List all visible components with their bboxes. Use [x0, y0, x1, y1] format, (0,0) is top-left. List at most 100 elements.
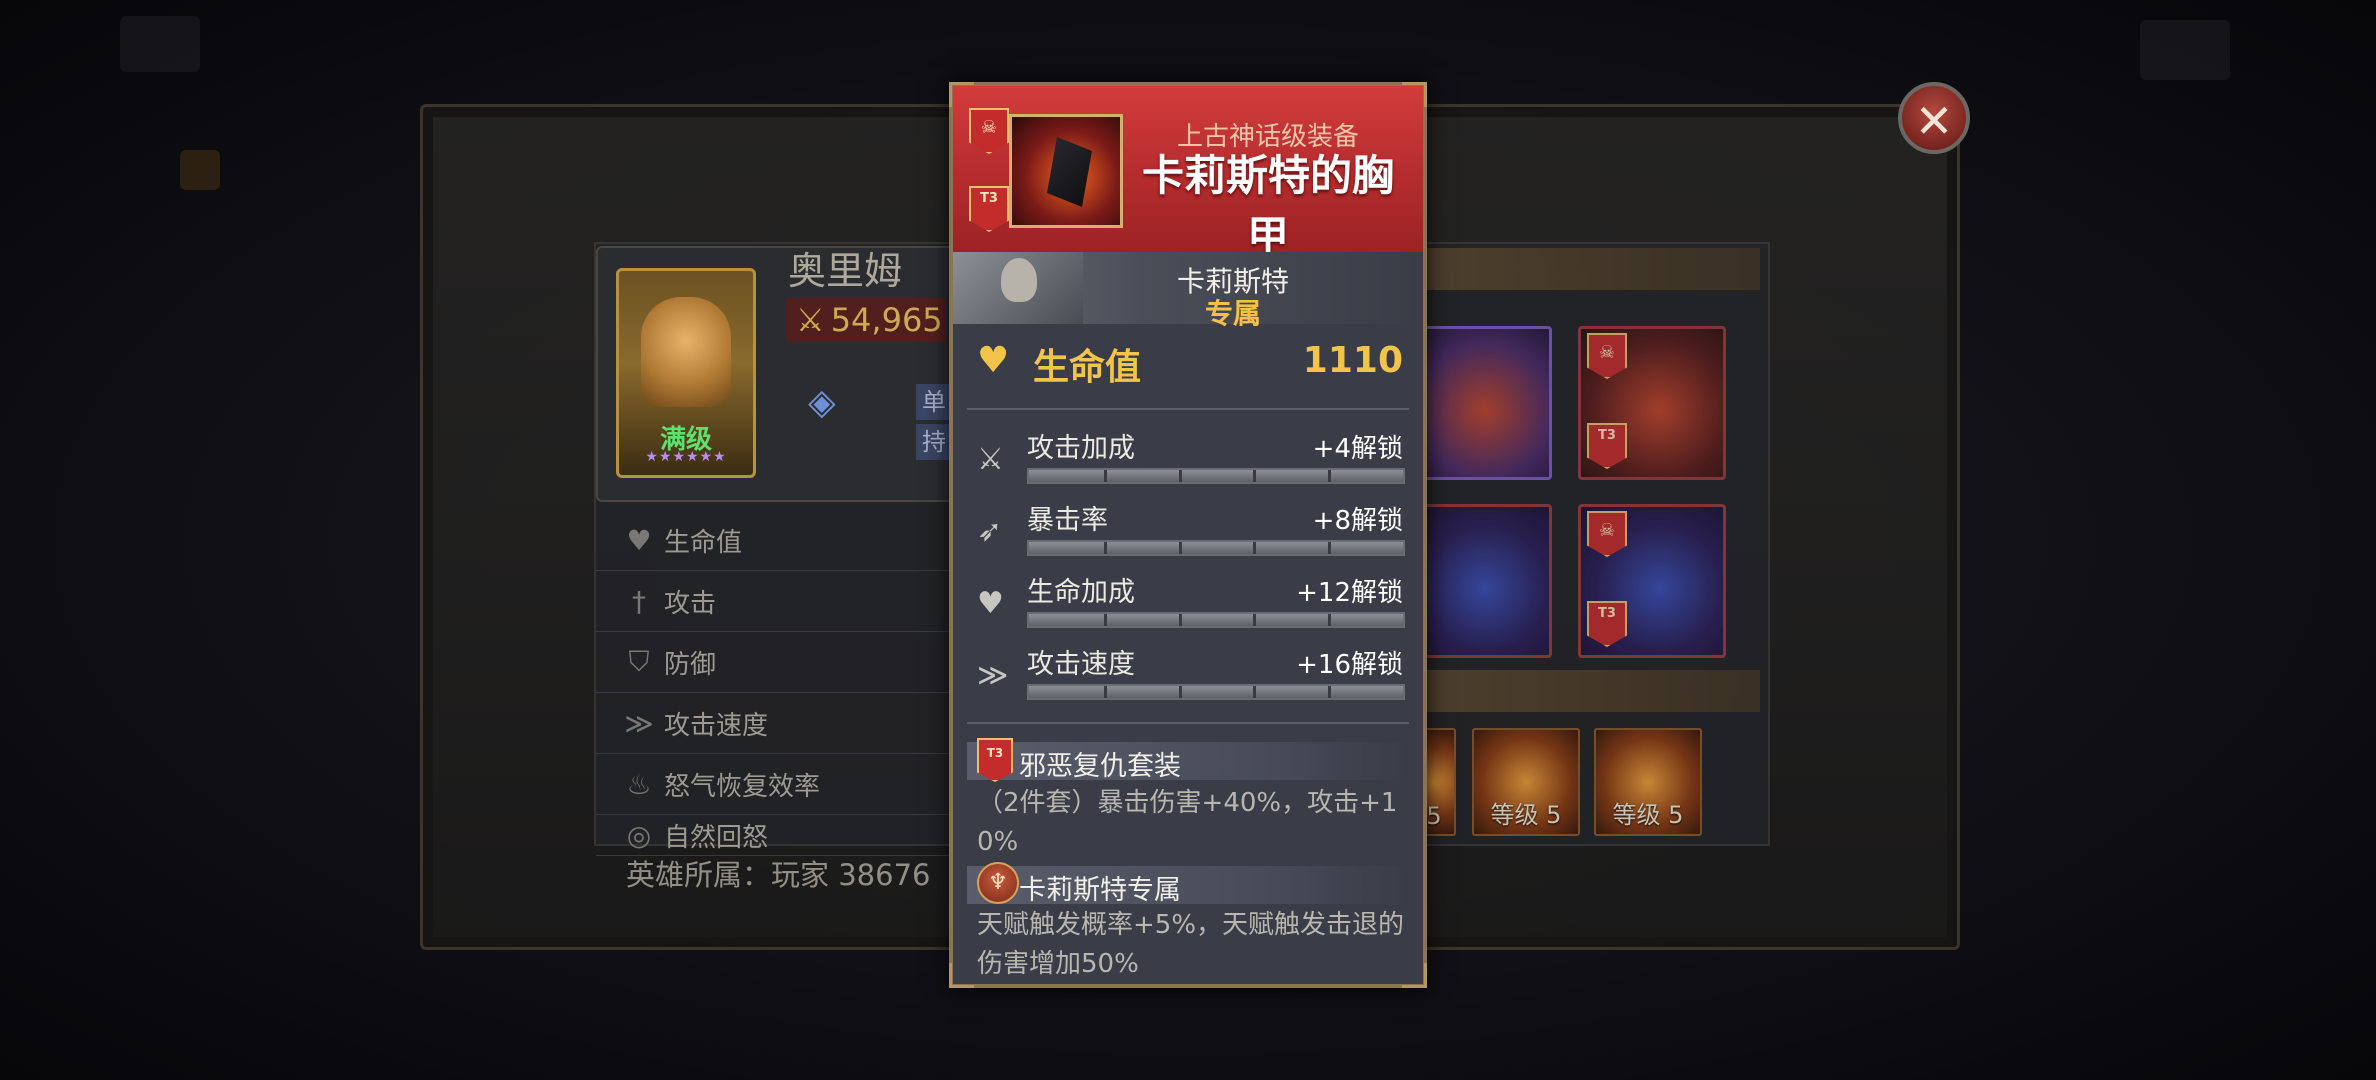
- locked-stat-row: ⚔ 攻击加成 +4解锁: [967, 426, 1409, 498]
- exclusive-owner-bar: 卡莉斯特 专属: [953, 252, 1423, 330]
- skill-level: 等级 5: [1612, 801, 1684, 829]
- item-name: 卡莉斯特的胸甲: [1141, 151, 1394, 261]
- hero-card[interactable]: 满级 ★★★★★★: [616, 268, 756, 478]
- set-bonus-desc: （2件套）暴击伤害+40%，攻击+10%: [977, 788, 1398, 857]
- unlock-progress-fill: [1029, 542, 1403, 554]
- equip-slot[interactable]: ☠ T3: [1578, 326, 1726, 480]
- tag-hold: 持: [916, 424, 952, 460]
- hero-stars: ★★★★★★: [645, 449, 727, 465]
- hero-portrait: [641, 297, 731, 407]
- stat-row: ⛉ 防御: [596, 632, 960, 693]
- unlock-progress-bar: [1027, 612, 1405, 628]
- progress-tick: [1103, 614, 1107, 626]
- unlock-requirement: +8解锁: [1312, 506, 1403, 536]
- unlock-progress-bar: [1027, 684, 1405, 700]
- progress-tick: [1253, 614, 1257, 626]
- progress-tick: [1103, 686, 1107, 698]
- frame-corner: [949, 963, 974, 988]
- close-button[interactable]: ✕: [1898, 82, 1970, 154]
- main-stat: ♥ 生命值 1110: [967, 332, 1409, 388]
- side-icon: [180, 150, 220, 190]
- progress-tick: [1253, 542, 1257, 554]
- progress-tick: [1328, 542, 1332, 554]
- skull-badge-icon: ☠: [969, 108, 1009, 154]
- equipment-tooltip: ☠ T3 上古神话级装备 卡莉斯特的胸甲 卡莉斯特 专属 ♥ 生命值 1110 …: [949, 82, 1427, 988]
- trident-badge-icon: ♆: [977, 862, 1019, 904]
- heart-icon: ♥: [626, 523, 652, 557]
- stat-row: † 攻击: [596, 571, 960, 632]
- skull-badge-icon: ☠: [1587, 333, 1627, 379]
- hero-stat-list: ♥ 生命值 † 攻击 ⛉ 防御 ≫ 攻击速度 ♨ 怒气恢复效率 ◎ 自然回怒: [596, 510, 960, 856]
- stat-row: ≫ 攻击速度: [596, 693, 960, 754]
- skill-level: 等级 5: [1490, 801, 1562, 829]
- swirl-icon: ◎: [626, 818, 652, 852]
- skill-slot[interactable]: 等级 5: [1594, 728, 1702, 836]
- exclusive-bonus-desc: 天赋触发概率+5%，天赋触发击退的伤害增加50%: [977, 910, 1405, 979]
- unlock-requirement: +12解锁: [1296, 578, 1403, 608]
- unlock-progress-fill: [1029, 686, 1403, 698]
- tier-badge: T3: [969, 186, 1009, 232]
- skill-section-header: [1420, 670, 1760, 712]
- stat-row: ◎ 自然回怒: [596, 815, 960, 856]
- top-left-icon: [120, 16, 200, 72]
- locked-stat-label: 暴击率: [1027, 505, 1108, 536]
- progress-tick: [1178, 686, 1182, 698]
- top-right-icon: [2140, 20, 2230, 80]
- main-stat-label: 生命值: [1033, 347, 1142, 388]
- progress-tick: [1328, 614, 1332, 626]
- crossed-swords-icon: ⚔: [796, 301, 825, 339]
- locked-stat-label: 生命加成: [1027, 577, 1135, 608]
- locked-stat-row: ➶ 暴击率 +8解锁: [967, 498, 1409, 570]
- set-bonus-name: 邪恶复仇套装: [1019, 751, 1181, 782]
- gem-icon[interactable]: ◈: [808, 382, 848, 423]
- tag-single: 单: [916, 384, 952, 420]
- stat-row: ♨ 怒气恢复效率: [596, 754, 960, 815]
- progress-tick: [1178, 470, 1182, 482]
- exclusive-bonus-header: ♆ 卡莉斯特专属: [967, 862, 1409, 906]
- locked-stat-row: ≫ 攻击速度 +16解锁: [967, 642, 1409, 714]
- tier-badge: T3: [1587, 423, 1627, 469]
- chestplate-icon: [1009, 114, 1123, 228]
- set-bonus-header: T3 邪恶复仇套装: [967, 738, 1409, 782]
- sword-icon: †: [632, 584, 646, 618]
- heart-icon: ♥: [977, 340, 1010, 381]
- heart-plus-icon: ♥: [977, 586, 1004, 621]
- progress-tick: [1253, 686, 1257, 698]
- hero-power: ⚔ 54,965: [786, 298, 946, 342]
- progress-tick: [1253, 470, 1257, 482]
- owner-exclusive-label: 专属: [1204, 297, 1261, 330]
- unlock-progress-bar: [1027, 540, 1405, 556]
- progress-tick: [1328, 470, 1332, 482]
- progress-tick: [1103, 470, 1107, 482]
- skill-slot[interactable]: 等级 5: [1472, 728, 1580, 836]
- locked-stat-row: ♥ 生命加成 +12解锁: [967, 570, 1409, 642]
- wing-icon: ≫: [624, 706, 654, 740]
- unlock-progress-bar: [1027, 468, 1405, 484]
- set-tier-badge: T3: [977, 738, 1013, 782]
- tier-badge: T3: [1587, 601, 1627, 647]
- skull-badge-icon: ☠: [1587, 511, 1627, 557]
- progress-tick: [1178, 542, 1182, 554]
- divider: [967, 408, 1409, 410]
- hero-name: 奥里姆: [788, 249, 903, 293]
- main-stat-value: 1110: [1302, 340, 1403, 381]
- arrow-crit-icon: ➶: [977, 514, 1003, 549]
- divider: [967, 722, 1409, 724]
- unlock-progress-fill: [1029, 470, 1403, 482]
- equip-section-header: [1420, 248, 1760, 290]
- wing-speed-icon: ≫: [977, 658, 1009, 693]
- tooltip-header: ☠ T3 上古神话级装备 卡莉斯特的胸甲: [953, 86, 1423, 261]
- locked-stat-label: 攻击速度: [1027, 649, 1135, 680]
- locked-stat-label: 攻击加成: [1027, 433, 1135, 464]
- unlock-requirement: +16解锁: [1296, 650, 1403, 680]
- flame-icon: ♨: [626, 767, 652, 801]
- close-icon: ✕: [1914, 94, 1954, 148]
- unlock-progress-fill: [1029, 614, 1403, 626]
- owner-portrait: [953, 252, 1083, 324]
- exclusive-bonus-name: 卡莉斯特专属: [1019, 875, 1181, 906]
- hero-owner-text: 英雄所属：玩家 38676: [626, 858, 931, 892]
- shield-icon: ⛉: [628, 645, 650, 678]
- unlock-requirement: +4解锁: [1312, 434, 1403, 464]
- stat-row: ♥ 生命值: [596, 510, 960, 571]
- equip-slot[interactable]: ☠ T3: [1578, 504, 1726, 658]
